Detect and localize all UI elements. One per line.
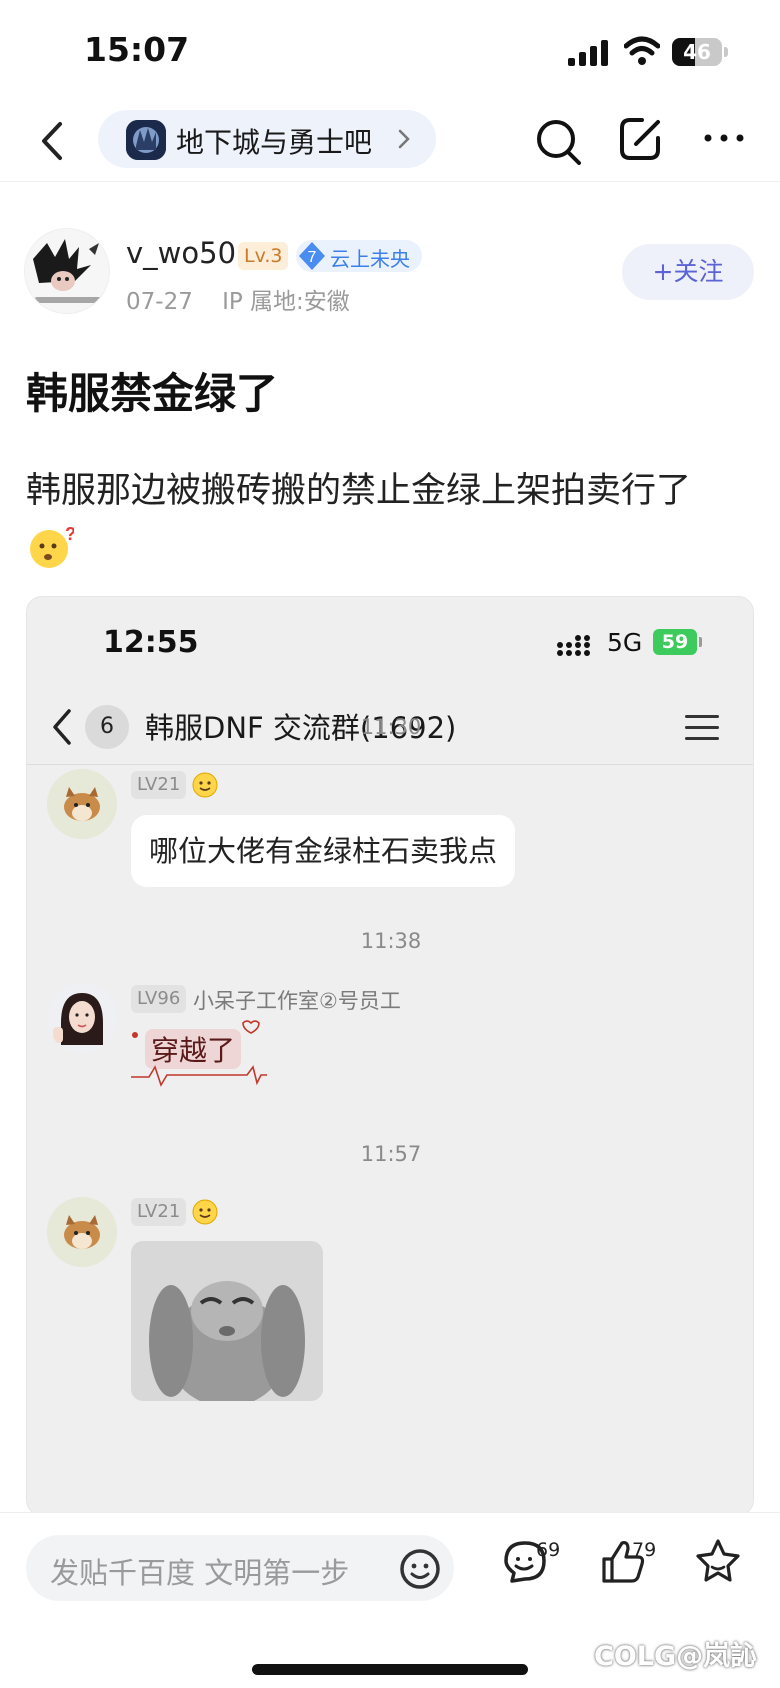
chevron-right-icon	[398, 129, 410, 149]
heartbeat-icon	[131, 1020, 267, 1087]
post-ip: IP 属地:安徽	[222, 289, 350, 315]
forum-link[interactable]: 地下城与勇士吧	[98, 110, 436, 168]
top-nav: 地下城与勇士吧	[0, 100, 780, 182]
comment-count: 69	[536, 1539, 561, 1561]
post-meta: 07-27 IP 属地:安徽	[126, 282, 350, 316]
rabbit-sticker-image	[131, 1241, 323, 1401]
post-image[interactable]: 12:55 5G 59 6 韩服DNF 交流群(1692) 11:30 LV21…	[26, 596, 754, 1516]
post-title: 韩服禁金绿了	[26, 369, 279, 418]
battery-indicator: 46	[672, 38, 728, 66]
title-badge: 7 云上未央	[296, 240, 422, 272]
embed-network: 5G	[607, 628, 643, 657]
bottom-bar: 发贴千百度 文明第一步 69 79 COLG@岚訫	[0, 1512, 780, 1688]
chat-timestamp: 11:57	[360, 1142, 422, 1166]
thinking-emoji-icon: ?	[30, 524, 74, 568]
level-badge: Lv.3	[238, 242, 289, 270]
svg-text:?: ?	[65, 524, 74, 544]
embed-battery: 59	[653, 629, 703, 657]
more-button[interactable]	[702, 130, 746, 146]
chat-avatar-dog	[47, 1197, 117, 1267]
embed-status-time: 12:55	[103, 625, 199, 660]
chat-level-badge: LV21	[131, 771, 187, 799]
star-icon[interactable]	[694, 1537, 742, 1585]
chat-timestamp: 11:38	[360, 929, 422, 953]
chat-level-badge: LV96	[131, 985, 187, 1013]
wifi-icon	[624, 36, 660, 65]
chat-level-badge: LV21	[131, 1198, 187, 1226]
comment-input[interactable]: 发贴千百度 文明第一步	[26, 1535, 454, 1601]
embed-battery-level: 59	[661, 631, 689, 653]
chat-timestamp: 11:30	[360, 715, 422, 739]
status-time: 15:07	[84, 30, 190, 69]
chat-avatar-girl	[47, 983, 117, 1053]
smiley-icon	[192, 1199, 218, 1225]
title-badge-text: 云上未央	[330, 247, 410, 271]
forum-avatar	[126, 120, 166, 160]
post-body: 韩服那边被搬砖搬的禁止金绿上架拍卖行了	[26, 471, 692, 511]
chat-bubble: 哪位大佬有金绿柱石卖我点	[131, 815, 516, 887]
author-name[interactable]: v_wo50	[126, 236, 236, 270]
author-avatar[interactable]	[24, 228, 110, 314]
smiley-icon	[192, 772, 218, 798]
search-button[interactable]	[534, 116, 584, 168]
emoji-icon[interactable]	[398, 1547, 442, 1591]
signal-icon	[568, 40, 608, 66]
like-count: 79	[632, 1539, 657, 1561]
watermark: COLG@岚訫	[594, 1641, 758, 1672]
home-indicator[interactable]	[252, 1664, 528, 1675]
post-date: 07-27	[126, 289, 193, 315]
follow-button[interactable]: +关注	[622, 244, 754, 300]
share-button[interactable]	[616, 114, 664, 164]
battery-level: 46	[683, 40, 711, 64]
comment-placeholder: 发贴千百度 文明第一步	[50, 1556, 350, 1590]
back-button[interactable]	[30, 116, 76, 166]
diamond-icon: 7	[299, 242, 325, 270]
status-bar: 15:07 46	[0, 0, 780, 100]
chat-sender: 小呆子工作室②号员工	[193, 989, 401, 1013]
title-level: 7	[308, 249, 317, 266]
sticker-message: 穿越了	[127, 1019, 267, 1097]
forum-name: 地下城与勇士吧	[176, 126, 373, 159]
embed-signal-icon	[557, 635, 590, 656]
chat-avatar-dog	[47, 769, 117, 839]
